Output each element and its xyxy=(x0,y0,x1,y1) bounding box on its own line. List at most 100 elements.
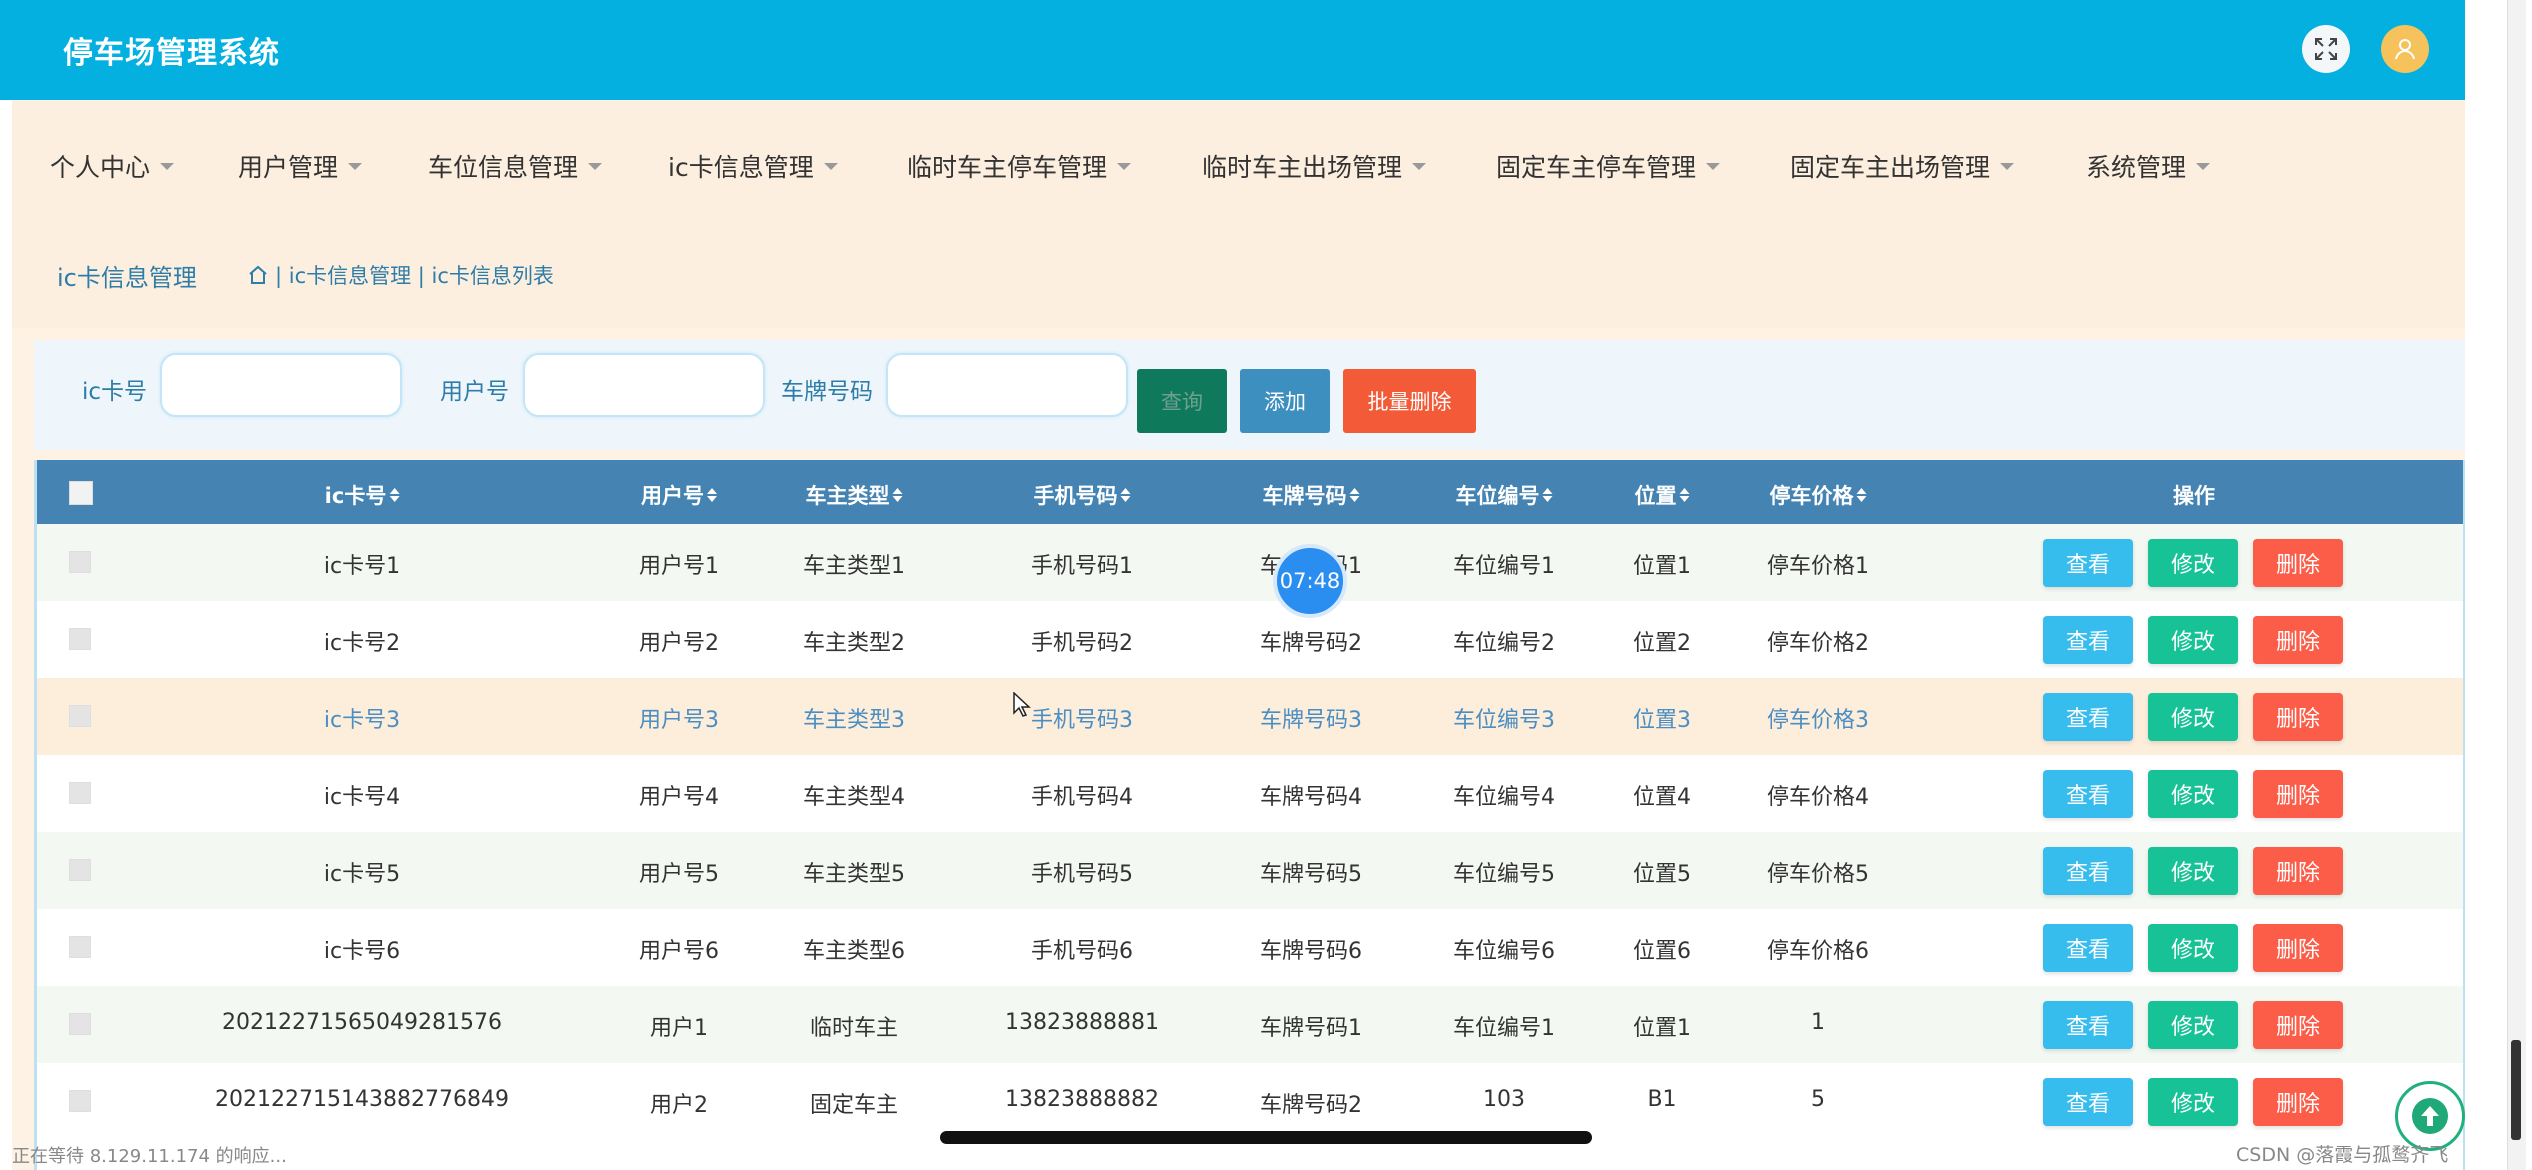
column-label: 车牌号码 xyxy=(1262,484,1347,508)
batch-delete-button[interactable]: 批量删除 xyxy=(1343,369,1476,433)
nav-item-temp-parking[interactable]: 临时车主停车管理 xyxy=(907,148,1132,184)
nav-label: 固定车主停车管理 xyxy=(1496,153,1697,182)
row-checkbox[interactable] xyxy=(69,859,91,881)
plate-input[interactable] xyxy=(886,353,1128,417)
cell-phone: 手机号码5 xyxy=(1031,862,1133,887)
cell-user-no: 用户号1 xyxy=(639,554,719,579)
row-checkbox[interactable] xyxy=(69,551,91,573)
table-row[interactable]: ic卡号3 用户号3 车主类型3 手机号码3 车牌号码3 车位编号3 位置3 停车价格3 查看修… xyxy=(37,678,2463,755)
nav-item-system-management[interactable]: 系统管理 xyxy=(2086,148,2211,184)
user-icon xyxy=(2395,39,2415,60)
view-button[interactable]: 查看 xyxy=(2043,924,2133,972)
table-row[interactable]: ic卡号6 用户号6 车主类型6 手机号码6 车牌号码6 车位编号6 位置6 停车价格6 查看修… xyxy=(37,909,2463,986)
column-header-space-no[interactable]: 车位编号 xyxy=(1456,480,1553,510)
nav-item-fixed-parking[interactable]: 固定车主停车管理 xyxy=(1496,148,1721,184)
edit-button[interactable]: 修改 xyxy=(2148,1001,2238,1049)
view-button[interactable]: 查看 xyxy=(2043,770,2133,818)
row-checkbox[interactable] xyxy=(69,628,91,650)
cell-price: 5 xyxy=(1811,1087,1825,1112)
cell-phone: 手机号码6 xyxy=(1031,939,1133,964)
nav-item-fixed-exit[interactable]: 固定车主出场管理 xyxy=(1790,148,2015,184)
delete-button[interactable]: 删除 xyxy=(2253,1001,2343,1049)
nav-item-parking-space-management[interactable]: 车位信息管理 xyxy=(428,148,603,184)
edit-button[interactable]: 修改 xyxy=(2148,770,2238,818)
column-header-ic-card[interactable]: ic卡号 xyxy=(325,480,400,510)
edit-button[interactable]: 修改 xyxy=(2148,616,2238,664)
delete-button[interactable]: 删除 xyxy=(2253,616,2343,664)
cell-space-no: 车位编号6 xyxy=(1453,939,1555,964)
fullscreen-button[interactable] xyxy=(2302,25,2350,73)
cell-ic-card: ic卡号3 xyxy=(323,708,401,733)
cell-space-no: 车位编号4 xyxy=(1453,785,1555,810)
cell-location: 位置5 xyxy=(1633,862,1691,887)
select-all-checkbox[interactable] xyxy=(69,481,93,505)
caret-down-icon xyxy=(1117,162,1132,170)
row-checkbox[interactable] xyxy=(69,782,91,804)
nav-item-personal-center[interactable]: 个人中心 xyxy=(50,148,175,184)
nav-label: 用户管理 xyxy=(238,153,339,182)
user-no-input[interactable] xyxy=(523,353,765,417)
table-row[interactable]: ic卡号5 用户号5 车主类型5 手机号码5 车牌号码5 车位编号5 位置5 停车价格5 查看修… xyxy=(37,832,2463,909)
cell-location: 位置4 xyxy=(1633,785,1691,810)
view-button[interactable]: 查看 xyxy=(2043,1078,2133,1126)
row-checkbox[interactable] xyxy=(69,1013,91,1035)
cell-price: 停车价格3 xyxy=(1767,708,1869,733)
column-header-plate[interactable]: 车牌号码 xyxy=(1263,480,1360,510)
add-button[interactable]: 添加 xyxy=(1240,369,1330,433)
mouse-cursor-icon xyxy=(1013,692,1031,717)
view-button[interactable]: 查看 xyxy=(2043,616,2133,664)
delete-button[interactable]: 删除 xyxy=(2253,1078,2343,1126)
breadcrumb-path[interactable]: | ic卡信息管理 | ic卡信息列表 xyxy=(275,260,554,290)
view-button[interactable]: 查看 xyxy=(2043,847,2133,895)
delete-button[interactable]: 删除 xyxy=(2253,770,2343,818)
row-checkbox[interactable] xyxy=(69,936,91,958)
cell-owner-type: 车主类型3 xyxy=(803,708,905,733)
delete-button[interactable]: 删除 xyxy=(2253,693,2343,741)
ic-card-input[interactable] xyxy=(160,353,402,417)
edit-button[interactable]: 修改 xyxy=(2148,847,2238,895)
column-header-phone[interactable]: 手机号码 xyxy=(1034,480,1131,510)
edit-button[interactable]: 修改 xyxy=(2148,1078,2238,1126)
view-button[interactable]: 查看 xyxy=(2043,693,2133,741)
edit-button[interactable]: 修改 xyxy=(2148,693,2238,741)
home-icon[interactable] xyxy=(247,264,269,286)
cell-price: 停车价格6 xyxy=(1767,939,1869,964)
nav-item-temp-exit[interactable]: 临时车主出场管理 xyxy=(1202,148,1427,184)
timer-badge[interactable]: 07:48 xyxy=(1273,544,1347,618)
column-label: 位置 xyxy=(1634,484,1677,508)
view-button[interactable]: 查看 xyxy=(2043,539,2133,587)
user-avatar-button[interactable] xyxy=(2381,25,2429,73)
search-button[interactable]: 查询 xyxy=(1137,369,1227,433)
cell-location: 位置1 xyxy=(1633,554,1691,579)
breadcrumb-bar: ic卡信息管理 | ic卡信息管理 | ic卡信息列表 xyxy=(12,228,2465,328)
cell-price: 1 xyxy=(1811,1010,1825,1035)
view-button[interactable]: 查看 xyxy=(2043,1001,2133,1049)
edit-button[interactable]: 修改 xyxy=(2148,924,2238,972)
breadcrumb: | ic卡信息管理 | ic卡信息列表 xyxy=(247,260,554,290)
cell-owner-type: 临时车主 xyxy=(809,1016,899,1041)
column-header-location[interactable]: 位置 xyxy=(1635,480,1690,510)
edit-button[interactable]: 修改 xyxy=(2148,539,2238,587)
nav-item-user-management[interactable]: 用户管理 xyxy=(238,148,363,184)
cell-ic-card: ic卡号5 xyxy=(323,862,401,887)
nav-item-ic-card-management[interactable]: ic卡信息管理 xyxy=(668,148,838,184)
table-row[interactable]: ic卡号2 用户号2 车主类型2 手机号码2 车牌号码2 车位编号2 位置2 停车价格2 查看修… xyxy=(37,601,2463,678)
cell-phone: 手机号码1 xyxy=(1031,554,1133,579)
row-checkbox[interactable] xyxy=(69,705,91,727)
table-row[interactable]: ic卡号1用户号1车主类型1手机号码1车牌号码1车位编号1位置1停车价格1查看修… xyxy=(37,524,2463,601)
table-row[interactable]: 20212271514388277684​9 用户2 固定车主 13823888882… xyxy=(37,1063,2463,1140)
scrollbar-thumb[interactable] xyxy=(2511,1040,2521,1140)
cell-phone: 手机号码4 xyxy=(1031,785,1133,810)
row-checkbox[interactable] xyxy=(69,1090,91,1112)
cell-plate: 车牌号码3 xyxy=(1260,708,1362,733)
column-header-price[interactable]: 停车价格 xyxy=(1770,480,1867,510)
column-header-user-no[interactable]: 用户号 xyxy=(641,480,717,510)
page-title: ic卡信息管理 xyxy=(57,264,197,292)
delete-button[interactable]: 删除 xyxy=(2253,847,2343,895)
column-header-owner-type[interactable]: 车主类型 xyxy=(806,480,903,510)
delete-button[interactable]: 删除 xyxy=(2253,539,2343,587)
delete-button[interactable]: 删除 xyxy=(2253,924,2343,972)
table-row[interactable]: 20212271565049281576 用户1 临时车主 13823888881 车牌… xyxy=(37,986,2463,1063)
scrollbar-track[interactable] xyxy=(2507,0,2526,1170)
table-row[interactable]: ic卡号4 用户号4 车主类型4 手机号码4 车牌号码4 车位编号4 位置4 停车价格4 查看修… xyxy=(37,755,2463,832)
